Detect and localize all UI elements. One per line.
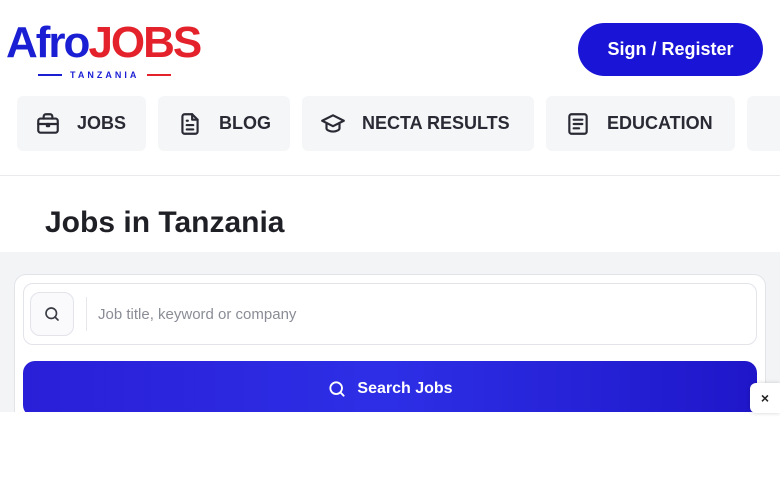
nav-item-more[interactable] [747, 96, 780, 151]
close-ad-button[interactable]: × [750, 383, 780, 413]
header-divider [0, 175, 780, 176]
briefcase-icon [37, 112, 59, 134]
logo-afro: Afro [6, 18, 90, 67]
nav-label-education: EDUCATION [607, 113, 713, 133]
graduation-cap-icon [321, 113, 345, 133]
logo-country: TANZANIA [70, 70, 140, 80]
logo-line-right [147, 74, 172, 76]
logo-wordmark: AfroJOBS [6, 20, 216, 66]
search-icon [45, 307, 59, 321]
logo-tagline: TANZANIA [38, 70, 172, 80]
nav-item-necta-results[interactable]: NECTA RESULTS [302, 96, 534, 151]
logo-jobs: JOBS [88, 18, 202, 67]
main-nav: JOBS BLOG NECTA RESULTS EDUCATION [0, 96, 780, 152]
search-jobs-label: Search Jobs [357, 380, 453, 397]
logo-line-left [38, 74, 62, 76]
nav-label-blog: BLOG [219, 113, 271, 133]
ad-overlay [0, 412, 780, 493]
nav-item-blog[interactable]: BLOG [158, 96, 290, 151]
search-separator [86, 297, 87, 331]
document-icon [181, 112, 199, 135]
search-button-icon [329, 381, 346, 397]
close-icon: × [760, 390, 770, 406]
notes-icon [568, 112, 588, 135]
search-input[interactable] [98, 300, 738, 328]
site-logo[interactable]: AfroJOBS TANZANIA [6, 20, 216, 81]
sign-register-button[interactable]: Sign / Register [578, 23, 763, 76]
search-icon-button[interactable] [30, 292, 74, 336]
page: AfroJOBS TANZANIA Sign / Register JOBS B… [0, 0, 780, 493]
page-title: Jobs in Tanzania [45, 206, 285, 239]
search-jobs-button[interactable]: Search Jobs [23, 361, 757, 417]
nav-label-necta-results: NECTA RESULTS [362, 113, 510, 133]
nav-item-education[interactable]: EDUCATION [546, 96, 735, 151]
nav-label-jobs: JOBS [77, 113, 127, 133]
nav-item-jobs[interactable]: JOBS [17, 96, 146, 151]
